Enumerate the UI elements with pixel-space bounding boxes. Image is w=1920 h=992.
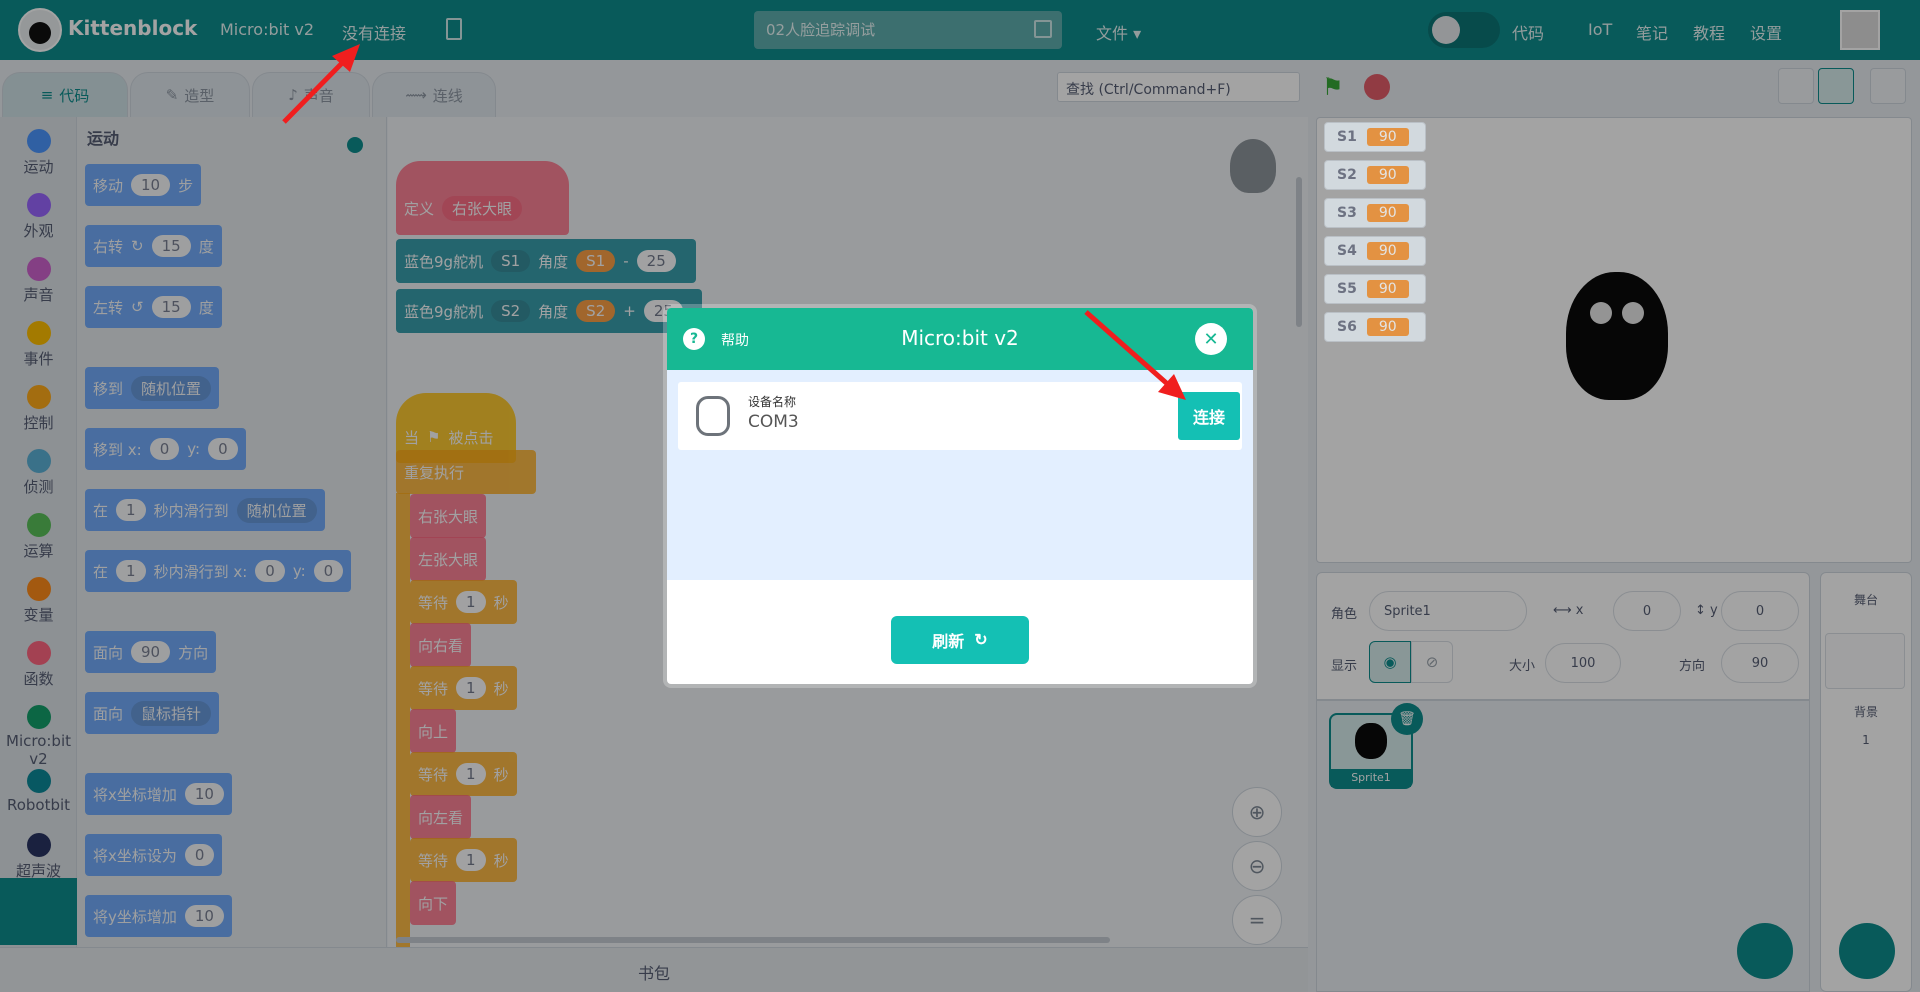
arrow-to-connect-button	[1084, 310, 1174, 390]
annotation-arrows	[282, 44, 1186, 400]
arrow-to-connection-status	[282, 53, 352, 124]
